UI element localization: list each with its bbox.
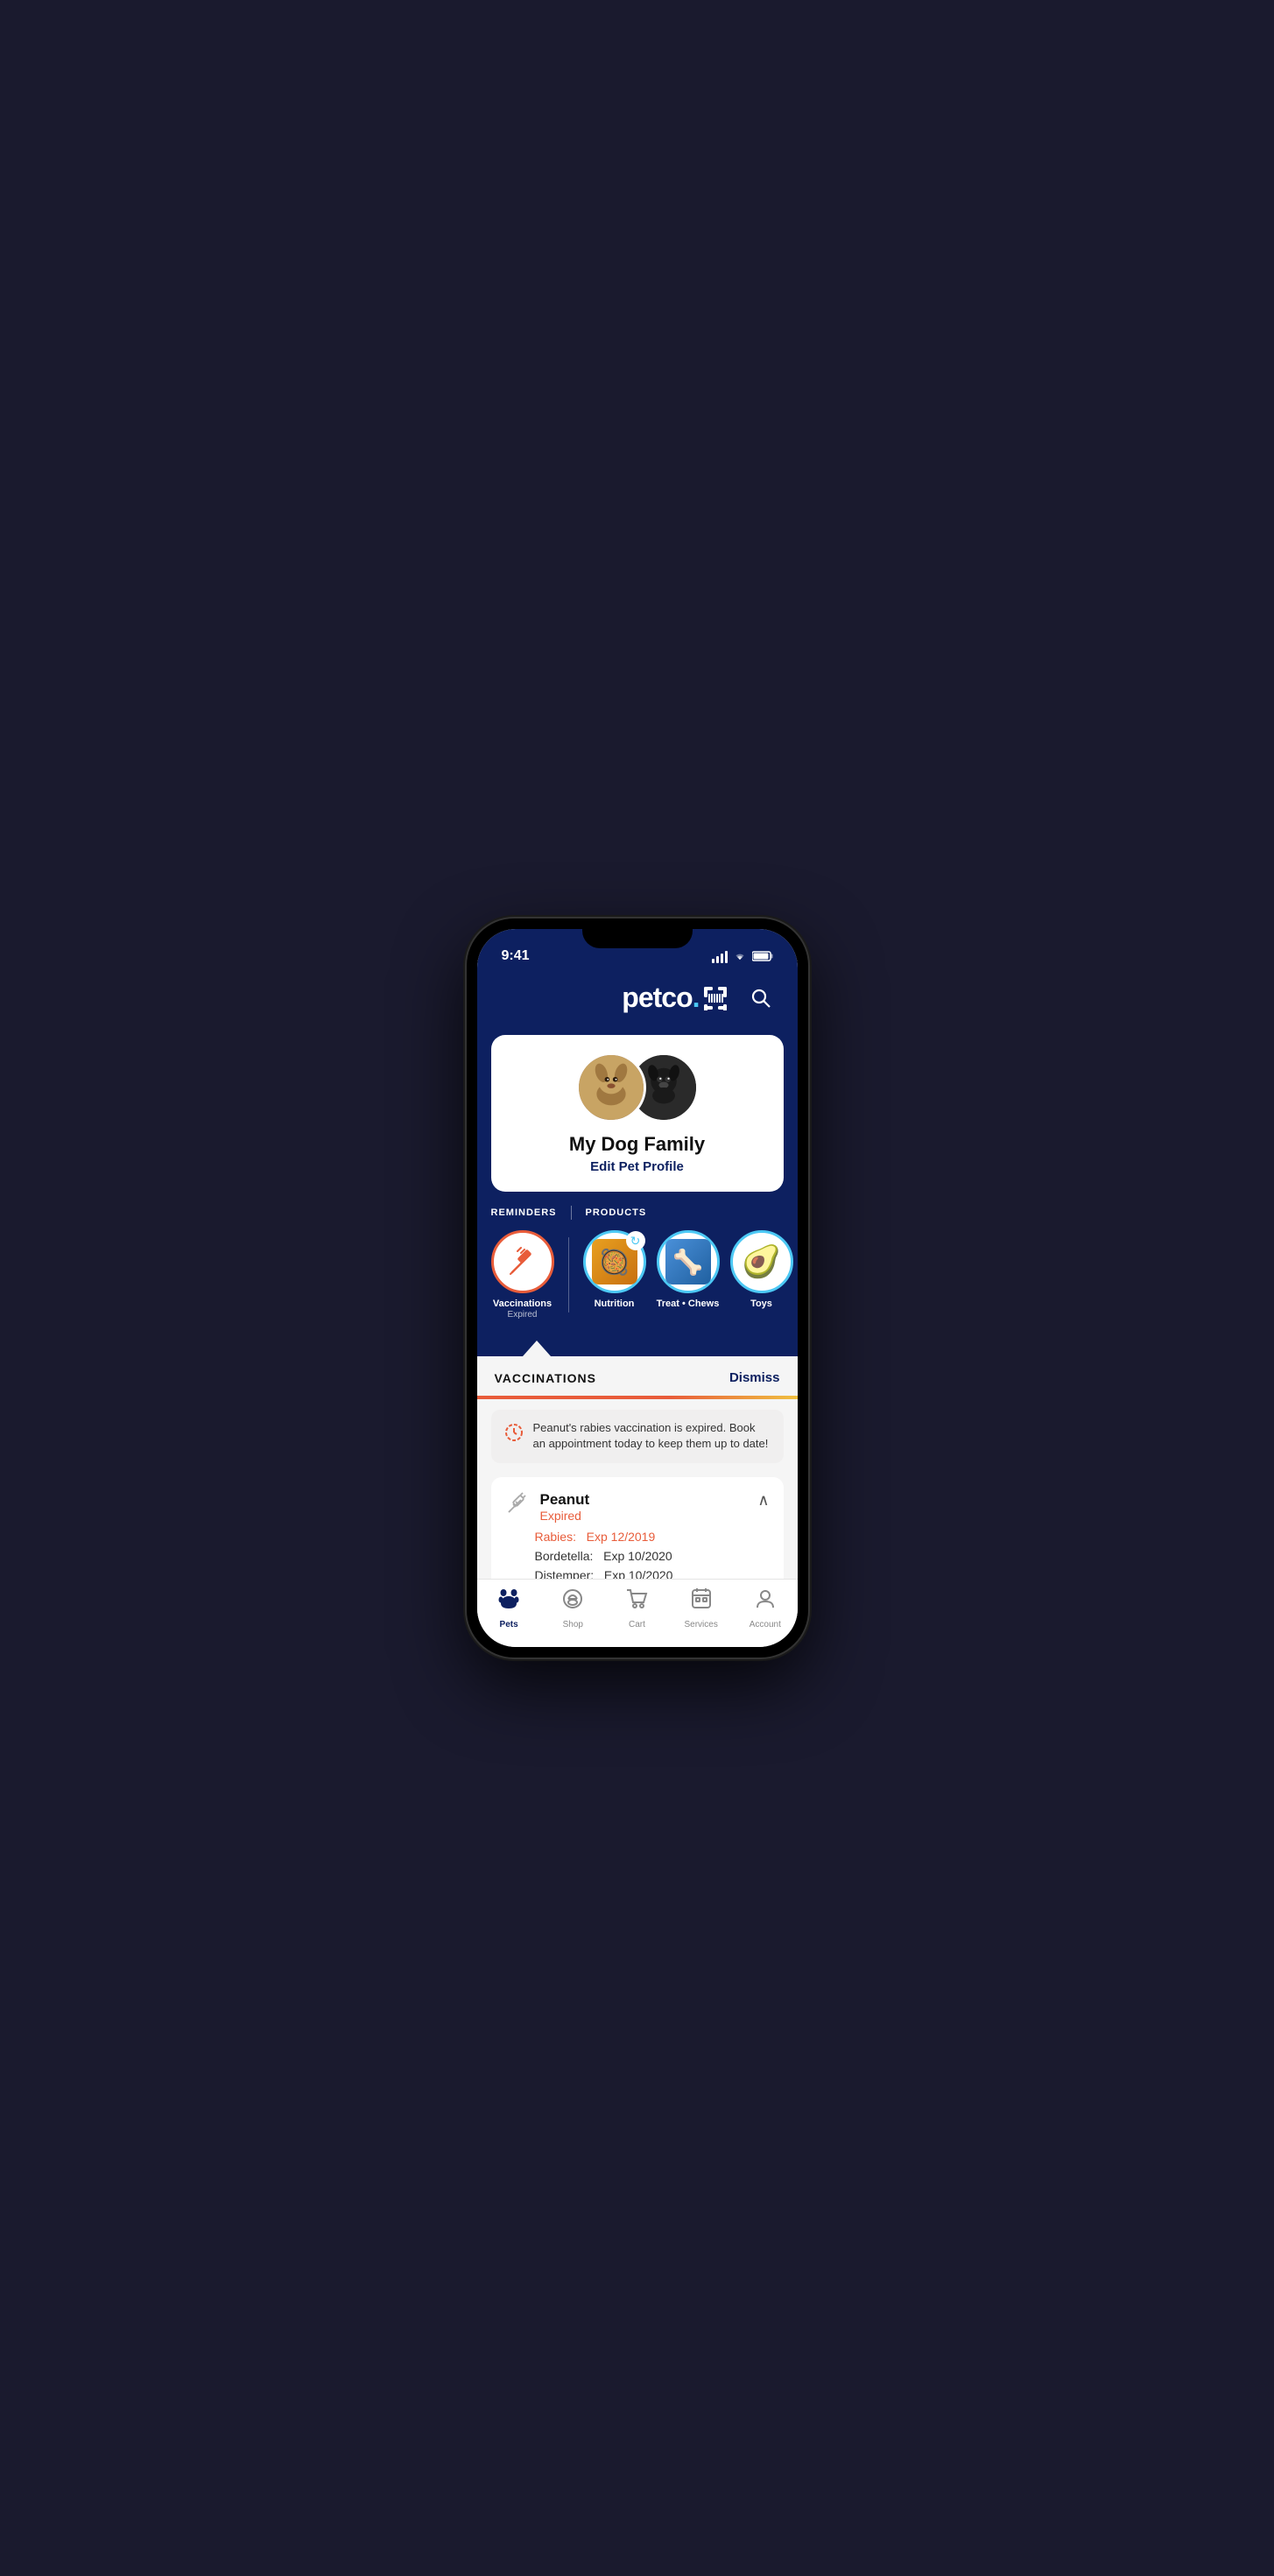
- section-divider: [568, 1237, 569, 1313]
- nav-item-pets[interactable]: Pets: [482, 1587, 535, 1629]
- toys-label: Toys: [750, 1299, 772, 1310]
- vaccinations-circle: [491, 1230, 554, 1293]
- pet-vacc-status: Expired: [540, 1509, 590, 1523]
- bordetella-vaccination-line: Bordetella: Exp 10/2020: [505, 1549, 770, 1563]
- section-labels: REMINDERS PRODUCTS: [491, 1206, 798, 1220]
- treat-chews-label: Treat • Chews: [657, 1299, 720, 1310]
- product-item-treat-chews[interactable]: 🦴 Treat • Chews: [657, 1230, 720, 1320]
- vaccination-alert: Peanut's rabies vaccination is expired. …: [491, 1410, 784, 1462]
- header-icons: [700, 982, 777, 1014]
- treat-chews-circle: 🦴: [657, 1230, 720, 1293]
- arrow-up: [523, 1341, 551, 1356]
- pet-card[interactable]: My Dog Family Edit Pet Profile: [491, 1035, 784, 1192]
- pet-avatars: [576, 1052, 699, 1123]
- pet-vacc-record-header: Peanut Expired ∧: [505, 1491, 770, 1523]
- alert-clock-icon: [503, 1422, 524, 1448]
- barcode-scanner-button[interactable]: [700, 982, 731, 1014]
- logo-dot: .: [693, 982, 700, 1013]
- nutrition-circle: ↻ 🥘: [583, 1230, 646, 1293]
- pet-vacc-left: Peanut Expired: [505, 1491, 590, 1523]
- nav-item-account[interactable]: Account: [739, 1587, 792, 1629]
- products-section: REMINDERS PRODUCTS: [477, 1192, 798, 1334]
- nav-item-shop[interactable]: Shop: [546, 1587, 599, 1629]
- shop-nav-label: Shop: [563, 1620, 583, 1629]
- products-label: PRODUCTS: [586, 1207, 647, 1218]
- app-header: petco.: [477, 971, 798, 1028]
- services-nav-icon: [689, 1587, 714, 1617]
- treat-chews-image: 🦴: [665, 1239, 711, 1284]
- pet-vaccination-record: Peanut Expired ∧ Rabies: Exp 12/2019 Bor…: [491, 1477, 784, 1579]
- distemper-vaccination-line: Distemper: Exp 10/2020: [505, 1568, 770, 1579]
- products-scroll[interactable]: Vaccinations Expired ↻ 🥘 Nutrition: [491, 1230, 798, 1327]
- cart-nav-icon: [624, 1587, 649, 1617]
- phone-frame: 9:41: [467, 918, 808, 1658]
- notch: [582, 918, 693, 948]
- status-time: 9:41: [502, 948, 530, 964]
- shop-nav-icon: [560, 1587, 585, 1617]
- pets-nav-icon: [496, 1587, 521, 1617]
- nav-item-services[interactable]: Services: [675, 1587, 728, 1629]
- chevron-up-icon[interactable]: ∧: [757, 1491, 769, 1510]
- petco-logo: petco.: [622, 982, 699, 1014]
- phone-screen: 9:41: [477, 929, 798, 1647]
- reminders-label: REMINDERS: [491, 1207, 557, 1218]
- battery-icon: [752, 950, 773, 964]
- rabies-vaccination-line: Rabies: Exp 12/2019: [505, 1530, 770, 1544]
- edit-pet-profile-link[interactable]: Edit Pet Profile: [590, 1159, 684, 1174]
- product-item-nutrition[interactable]: ↻ 🥘 Nutrition: [583, 1230, 646, 1320]
- account-nav-icon: [753, 1587, 778, 1617]
- arrow-container: [477, 1334, 798, 1356]
- vaccinations-header: VACCINATIONS Dismiss: [477, 1356, 798, 1396]
- vaccinations-progress-bar: [477, 1396, 798, 1399]
- pet-vacc-info: Peanut Expired: [540, 1491, 590, 1523]
- label-divider: [571, 1206, 572, 1220]
- pet-avatar-dog1: [576, 1052, 646, 1123]
- pet-vacc-name: Peanut: [540, 1491, 590, 1509]
- nutrition-label: Nutrition: [595, 1299, 635, 1310]
- bottom-nav: Pets Shop: [477, 1579, 798, 1647]
- services-nav-label: Services: [684, 1620, 717, 1629]
- search-button[interactable]: [745, 982, 777, 1014]
- pet-family-name: My Dog Family: [569, 1133, 705, 1156]
- syringe-icon: [505, 1491, 530, 1521]
- product-item-vaccinations[interactable]: Vaccinations Expired: [491, 1230, 554, 1320]
- toys-image: 🥑: [739, 1239, 785, 1284]
- vaccinations-label: Vaccinations: [493, 1299, 552, 1310]
- status-icons: [712, 950, 773, 964]
- vaccinations-panel: VACCINATIONS Dismiss Peanut's rabies vac…: [477, 1356, 798, 1579]
- alert-text: Peanut's rabies vaccination is expired. …: [533, 1420, 771, 1452]
- product-item-toys[interactable]: 🥑 Toys: [730, 1230, 793, 1320]
- nav-item-cart[interactable]: Cart: [610, 1587, 663, 1629]
- scroll-content[interactable]: My Dog Family Edit Pet Profile REMINDERS…: [477, 1028, 798, 1579]
- toys-circle: 🥑: [730, 1230, 793, 1293]
- account-nav-label: Account: [750, 1620, 781, 1629]
- vaccinations-panel-title: VACCINATIONS: [495, 1371, 596, 1385]
- signal-bars-icon: [712, 951, 728, 963]
- refresh-badge: ↻: [626, 1231, 645, 1250]
- cart-nav-label: Cart: [629, 1620, 645, 1629]
- vaccinations-sublabel: Expired: [508, 1310, 538, 1320]
- pets-nav-label: Pets: [500, 1620, 518, 1629]
- dismiss-button[interactable]: Dismiss: [729, 1370, 780, 1385]
- wifi-icon: [733, 950, 747, 964]
